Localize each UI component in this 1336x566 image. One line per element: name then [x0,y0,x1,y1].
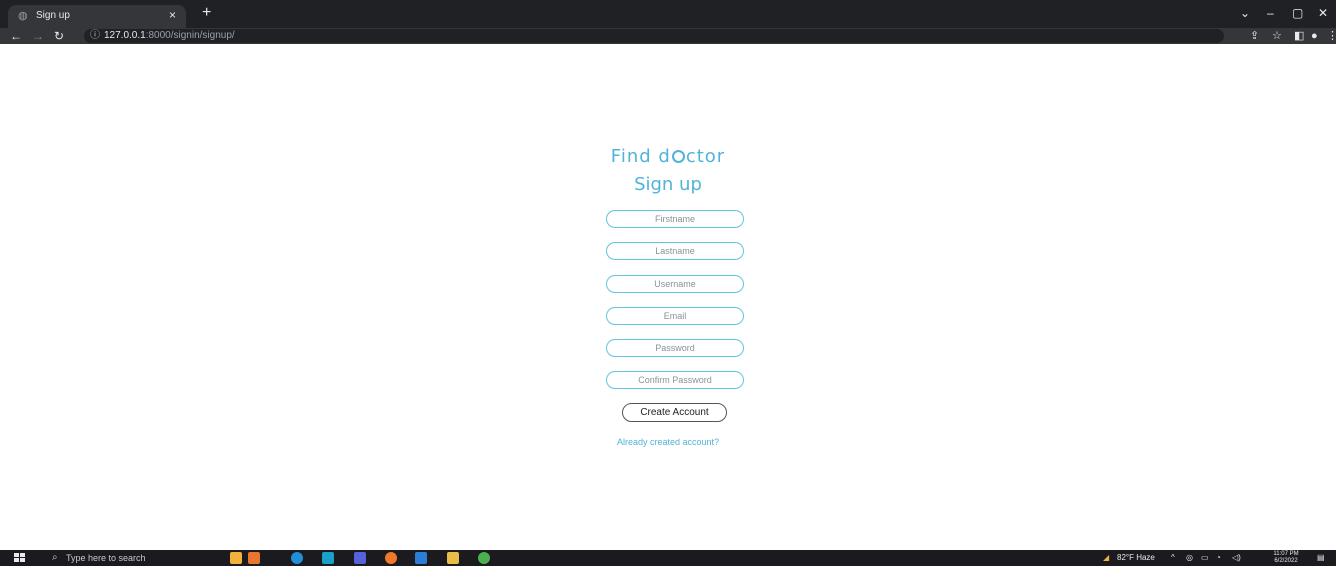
username-field[interactable] [606,275,744,293]
brand-logo: Find d ctor [0,146,1336,167]
info-icon[interactable]: ⓘ [90,29,100,43]
close-tab-button[interactable]: × [169,8,176,22]
browser-tab-bar: ◍ Sign up × + ⌄ – ▢ ✕ [0,0,1336,28]
news-widget-icon[interactable] [230,552,242,564]
create-account-button[interactable]: Create Account [622,403,727,422]
sidebar-icon[interactable]: ◧ [1294,28,1304,44]
share-icon[interactable]: ⇪ [1250,28,1259,44]
edge-icon[interactable] [291,552,303,564]
windows-taskbar: ⌕ Type here to search ◢ 82°F Haze ^ ◎ ▭ … [0,550,1336,566]
news-widget-icon-2[interactable] [248,552,260,564]
brand-text-end: ctor [685,146,726,167]
search-icon: ⌕ [52,552,58,563]
clock-date: 6/2/2022 [1274,558,1298,564]
search-placeholder: Type here to search [66,553,146,563]
chevron-down-icon[interactable]: ⌄ [1240,6,1250,20]
password-field[interactable] [606,339,744,357]
tab-title: Sign up [36,10,70,21]
firstname-field[interactable] [606,210,744,228]
url-path: :8000/signin/signup/ [145,30,235,41]
url-host: 127.0.0.1 [104,30,146,41]
restore-icon[interactable]: ▢ [1292,6,1303,20]
email-field[interactable] [606,307,744,325]
system-clock[interactable]: 11:07 PM 6/2/2022 [1269,551,1303,565]
clock-time: 11:07 PM [1273,551,1299,557]
notification-icon[interactable]: ▤ [1317,550,1325,566]
weather-icon: ◢ [1103,553,1110,562]
chevron-up-icon[interactable]: ^ [1171,550,1175,566]
app-icon[interactable] [354,552,366,564]
vscode-icon[interactable] [415,552,427,564]
confirm-password-field[interactable] [606,371,744,389]
close-window-icon[interactable]: ✕ [1318,6,1328,20]
minimize-icon[interactable]: – [1267,6,1274,20]
chrome-icon[interactable] [478,552,490,564]
magnifier-icon [671,150,685,163]
wifi-icon[interactable]: ◔ [1216,550,1221,566]
profile-icon[interactable]: ● [1311,28,1318,44]
store-icon[interactable] [322,552,334,564]
battery-icon[interactable]: ▭ [1201,550,1209,566]
reload-icon[interactable]: ↻ [54,28,64,44]
back-icon[interactable]: ← [10,28,22,44]
windows-start-icon[interactable] [14,553,25,563]
browser-toolbar: ← → ↻ ⓘ 127.0.0.1:8000/signin/signup/ ⇪ … [0,28,1336,44]
globe-icon: ◍ [18,10,28,22]
weather-text[interactable]: 82°F Haze [1117,550,1155,566]
network-icon[interactable]: ◎ [1186,550,1193,566]
file-explorer-icon[interactable] [447,552,459,564]
forward-icon[interactable]: → [32,28,44,44]
volume-icon[interactable]: ◁) [1232,550,1241,566]
page-title: Sign up [634,174,702,195]
star-icon[interactable]: ☆ [1272,28,1282,44]
lastname-field[interactable] [606,242,744,260]
taskbar-search[interactable]: ⌕ Type here to search [44,550,196,566]
address-bar[interactable]: ⓘ 127.0.0.1:8000/signin/signup/ [84,29,1224,43]
brand-text-start: Find d [610,146,671,167]
firefox-icon[interactable] [385,552,397,564]
url-text: 127.0.0.1:8000/signin/signup/ [104,29,235,43]
new-tab-button[interactable]: + [202,5,211,21]
menu-icon[interactable]: ⋮ [1327,28,1336,44]
already-have-account-link[interactable]: Already created account? [0,437,1336,447]
tab-sign-up[interactable]: ◍ Sign up × [8,5,186,28]
